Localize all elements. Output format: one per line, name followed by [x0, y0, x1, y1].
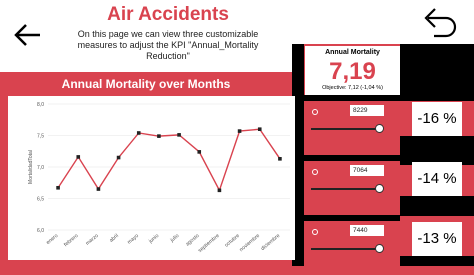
panel-gap	[400, 196, 474, 216]
slider-thumb[interactable]	[375, 124, 384, 133]
slider-track[interactable]	[311, 188, 383, 190]
slider-track[interactable]	[311, 248, 383, 250]
x-tick-label: marzo	[85, 233, 100, 247]
x-tick-label: diciembre	[260, 233, 281, 252]
x-tick-label: febrero	[63, 233, 80, 248]
percent-box-1: -16 %	[412, 102, 462, 136]
chart-panel: 6,0 6,5 7,0 7,5 8,0 MortalidadTotal enero febre…	[8, 96, 295, 260]
panel-gap	[400, 256, 474, 266]
slider-value-input[interactable]: 8229	[350, 105, 384, 116]
slider-card-3: 7440	[304, 221, 400, 275]
x-tick-label: noviembre	[239, 233, 261, 253]
x-tick-label: octubre	[224, 233, 241, 249]
percent-box-3: -13 %	[412, 222, 462, 256]
kpi-card: Annual Mortality 7,19 Objective: 7,12 (-…	[305, 46, 400, 95]
slider-track[interactable]	[311, 128, 383, 130]
kpi-label: Annual Mortality	[325, 49, 380, 56]
y-tick-label: 7,0	[37, 165, 44, 171]
back-arrow-icon[interactable]	[10, 18, 46, 52]
data-point	[217, 188, 222, 193]
y-tick-label: 8,0	[37, 102, 44, 108]
data-point	[96, 187, 101, 191]
x-tick-label: mayo	[126, 233, 140, 246]
panel-gap	[400, 136, 474, 155]
data-point	[56, 185, 60, 190]
data-point	[136, 131, 141, 135]
slider-value-input[interactable]: 7440	[350, 225, 384, 236]
slider-thumb[interactable]	[375, 244, 384, 253]
panel-black-top	[400, 44, 474, 101]
line-chart: 6,0 6,5 7,0 7,5 8,0 MortalidadTotal enero febre…	[28, 102, 290, 254]
y-tick-label: 6,5	[37, 197, 44, 203]
data-point	[237, 129, 242, 133]
slider-value-input[interactable]: 7064	[350, 165, 384, 176]
data-point	[116, 155, 121, 160]
header-panel: Air Accidents On this page we can view t…	[0, 0, 292, 72]
kpi-value: 7,19	[329, 58, 376, 85]
y-tick-label: 6,0	[37, 228, 44, 234]
y-axis-label: MortalidadTotal	[28, 150, 34, 184]
data-point	[257, 127, 262, 131]
x-tick-label: julio	[169, 233, 181, 244]
slider-card-1: 8229	[304, 101, 400, 155]
slider-dot-icon	[312, 229, 318, 235]
kpi-objective: Objective: 7,12 (-1,04 %)	[322, 85, 383, 91]
data-point	[278, 157, 282, 161]
x-tick-label: enero	[45, 233, 59, 246]
y-tick-label: 7,5	[37, 134, 44, 140]
x-tick-label: septiembre	[197, 233, 221, 254]
undo-arrow-icon[interactable]	[420, 4, 460, 38]
chart-title: Annual Mortality over Months	[61, 77, 231, 91]
x-tick-label: agosto	[185, 233, 201, 248]
top-right-panel	[292, 0, 474, 44]
series-line	[57, 128, 281, 193]
x-tick-label: abril	[108, 233, 119, 244]
data-point	[76, 155, 81, 159]
page-title: Air Accidents	[107, 4, 229, 25]
slider-dot-icon	[312, 169, 318, 175]
data-point	[197, 150, 202, 154]
slider-card-2: 7064	[304, 161, 400, 215]
x-tick-label: junio	[147, 233, 160, 245]
slider-thumb[interactable]	[375, 184, 384, 193]
slider-dot-icon	[312, 109, 318, 115]
percent-box-2: -14 %	[412, 162, 462, 196]
page-description: On this page we can view three customiza…	[77, 29, 259, 61]
data-point	[177, 133, 181, 137]
data-point	[157, 134, 161, 138]
